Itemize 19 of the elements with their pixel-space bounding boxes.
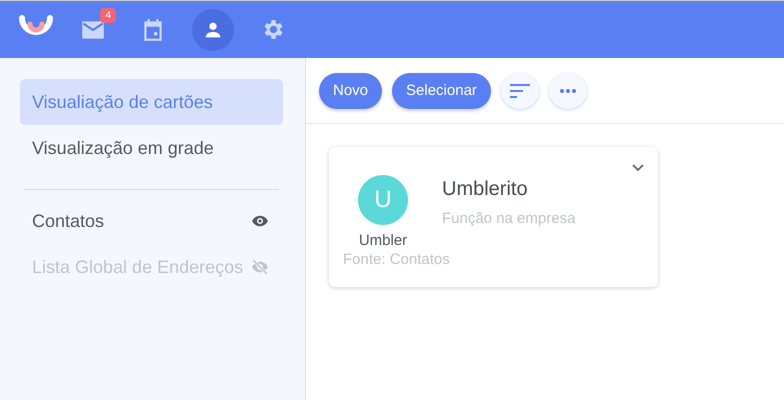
nav-button[interactable] <box>192 8 234 50</box>
avatar: U <box>358 175 408 225</box>
view-item[interactable]: Visualiação de cartões <box>20 79 283 125</box>
contact-card[interactable]: U Umbler Umblerito Função na empresa Fonte: Contatos <box>329 147 658 287</box>
sort-button[interactable] <box>500 72 539 108</box>
unread-badge: 4 <box>100 8 116 22</box>
more-icon <box>558 88 577 94</box>
contact-name: Umblerito <box>442 178 529 201</box>
company-name: Umbler <box>358 233 408 249</box>
role-text: Função na empresa <box>442 210 576 227</box>
view-item[interactable]: Visualização em grade <box>20 125 283 171</box>
source-text: Fonte: Contatos <box>343 251 451 268</box>
sort-icon <box>510 82 530 98</box>
toolbar-button[interactable]: Selecionar <box>392 72 491 108</box>
source-label[interactable]: Contatos <box>32 210 104 232</box>
more-button[interactable] <box>548 72 587 108</box>
chevron-down-icon[interactable] <box>632 164 644 172</box>
toolbar-button[interactable]: Novo <box>319 72 382 108</box>
nav-button[interactable]: 4 <box>72 8 114 50</box>
